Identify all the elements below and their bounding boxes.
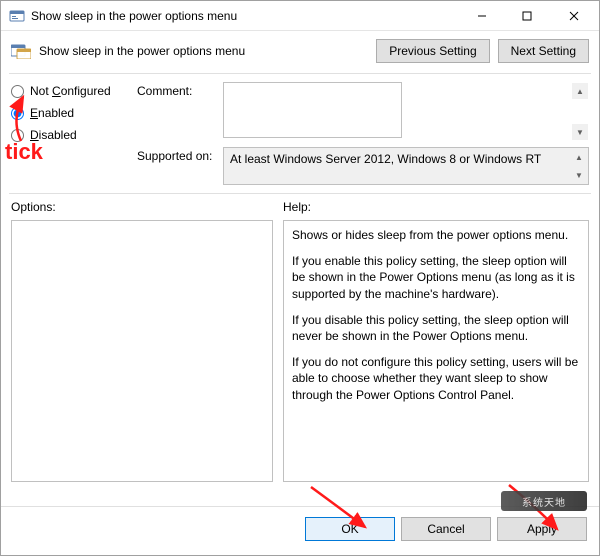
- cancel-button[interactable]: Cancel: [401, 517, 491, 541]
- options-pane: [11, 220, 273, 482]
- help-paragraph: If you do not configure this policy sett…: [292, 354, 580, 403]
- close-button[interactable]: [549, 1, 599, 30]
- help-label: Help:: [283, 200, 311, 214]
- dialog-footer: OK Cancel Apply: [1, 506, 599, 555]
- enabled-radio[interactable]: [11, 107, 24, 120]
- maximize-button[interactable]: [504, 1, 549, 30]
- window-title: Show sleep in the power options menu: [31, 9, 459, 23]
- state-radio-group: Not Configured Enabled Disabled: [11, 82, 133, 185]
- options-label: Options:: [11, 200, 273, 214]
- apply-button[interactable]: Apply: [497, 517, 587, 541]
- enabled-label[interactable]: Enabled: [30, 106, 74, 120]
- disabled-label[interactable]: Disabled: [30, 128, 77, 142]
- minimize-button[interactable]: [459, 1, 504, 30]
- gpedit-policy-icon: [9, 8, 25, 24]
- ok-button[interactable]: OK: [305, 517, 395, 541]
- previous-setting-button[interactable]: Previous Setting: [376, 39, 489, 63]
- policy-icon: [11, 43, 31, 59]
- policy-title: Show sleep in the power options menu: [39, 44, 368, 58]
- config-area: Not Configured Enabled Disabled Comment:…: [1, 74, 599, 189]
- help-paragraph: If you enable this policy setting, the s…: [292, 253, 580, 302]
- comment-label: Comment:: [137, 82, 217, 98]
- header-row: Show sleep in the power options menu Pre…: [1, 31, 599, 73]
- help-paragraph: Shows or hides sleep from the power opti…: [292, 227, 580, 243]
- fields-column: Comment: ▲ ▼ Supported on: At least Wind…: [137, 82, 589, 185]
- scroll-down-icon[interactable]: ▼: [571, 167, 587, 183]
- next-setting-button[interactable]: Next Setting: [498, 39, 589, 63]
- policy-dialog: Show sleep in the power options menu Sho…: [0, 0, 600, 556]
- pane-labels: Options: Help:: [1, 194, 599, 216]
- scroll-up-icon[interactable]: ▲: [572, 83, 588, 99]
- comment-textarea[interactable]: [223, 82, 402, 138]
- supported-on-value: At least Windows Server 2012, Windows 8 …: [223, 147, 589, 185]
- help-pane: Shows or hides sleep from the power opti…: [283, 220, 589, 482]
- help-paragraph: If you disable this policy setting, the …: [292, 312, 580, 344]
- not-configured-label[interactable]: Not Configured: [30, 84, 111, 98]
- titlebar: Show sleep in the power options menu: [1, 1, 599, 31]
- scroll-up-icon[interactable]: ▲: [571, 149, 587, 165]
- scroll-down-icon[interactable]: ▼: [572, 124, 588, 140]
- supported-on-label: Supported on:: [137, 147, 217, 163]
- disabled-radio[interactable]: [11, 129, 24, 142]
- not-configured-radio[interactable]: [11, 85, 24, 98]
- panes-row: Shows or hides sleep from the power opti…: [1, 216, 599, 506]
- window-buttons: [459, 1, 599, 30]
